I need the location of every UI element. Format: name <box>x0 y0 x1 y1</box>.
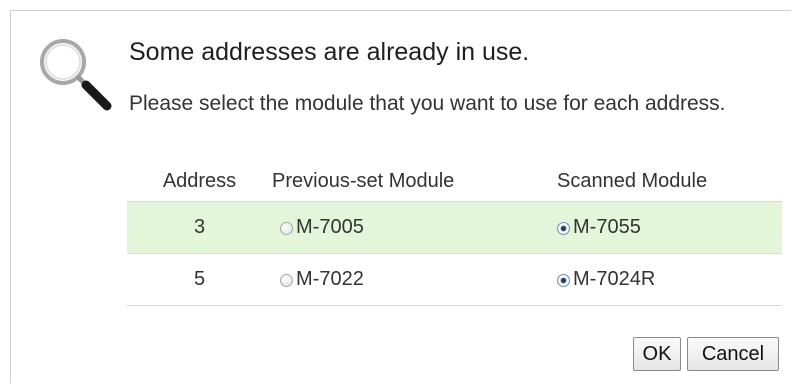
dialog-title: Some addresses are already in use. <box>129 38 530 66</box>
address-conflict-dialog: Some addresses are already in use. Pleas… <box>10 10 791 383</box>
scanned-module-radio[interactable] <box>557 221 570 235</box>
previous-module-label: M-7022 <box>296 267 364 290</box>
scanned-module-label: M-7055 <box>573 215 641 238</box>
column-header-scanned-module: Scanned Module <box>557 169 708 192</box>
ok-button[interactable]: OK <box>633 337 681 371</box>
previous-module-label: M-7005 <box>296 215 364 238</box>
module-conflict-table: Address Previous-set Module Scanned Modu… <box>127 161 782 306</box>
previous-module-radio[interactable] <box>280 221 293 235</box>
magnifier-icon <box>40 39 112 111</box>
address-cell: 5 <box>127 253 272 306</box>
dialog-buttons: OK Cancel <box>633 337 779 371</box>
column-header-address: Address <box>162 169 237 192</box>
previous-module-option[interactable]: M-7022 <box>272 253 557 306</box>
scanned-module-radio[interactable] <box>557 273 570 287</box>
dialog-message: Please select the module that you want t… <box>129 92 726 115</box>
column-header-previous-module: Previous-set Module <box>272 169 455 192</box>
cancel-button[interactable]: Cancel <box>687 337 779 371</box>
scanned-module-label: M-7024R <box>573 267 656 290</box>
scanned-module-option[interactable]: M-7055 <box>557 201 782 254</box>
table-row: 5 M-7022 M-7024R <box>127 253 782 306</box>
table-header-row: Address Previous-set Module Scanned Modu… <box>127 161 782 202</box>
address-cell: 3 <box>127 201 272 254</box>
previous-module-radio[interactable] <box>280 273 293 287</box>
scanned-module-option[interactable]: M-7024R <box>557 253 782 306</box>
previous-module-option[interactable]: M-7005 <box>272 201 557 254</box>
table-row: 3 M-7005 M-7055 <box>127 201 782 254</box>
